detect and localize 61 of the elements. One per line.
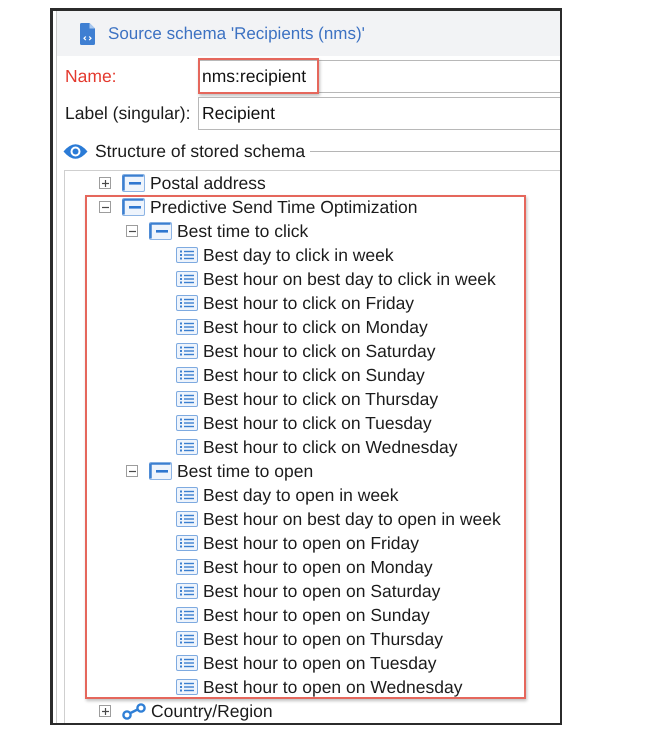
- list-icon: [176, 247, 198, 263]
- list-icon: [176, 439, 198, 455]
- expander-button[interactable]: [126, 225, 138, 237]
- tree-item[interactable]: Best hour to click on Sunday: [176, 363, 425, 387]
- tree-item[interactable]: Best day to click in week: [176, 243, 394, 267]
- section-title: Structure of stored schema: [95, 140, 306, 163]
- document-icon: [80, 22, 95, 44]
- tree-item[interactable]: Best hour to open on Sunday: [176, 603, 430, 627]
- eye-icon: [63, 142, 88, 160]
- element-icon: [122, 198, 145, 216]
- tree-item[interactable]: Best hour to click on Saturday: [176, 339, 436, 363]
- tree-item[interactable]: Best day to open in week: [176, 483, 399, 507]
- list-icon: [176, 583, 198, 599]
- tree-item[interactable]: Best hour to click on Tuesday: [176, 411, 432, 435]
- field-label: Label (singular):: [64, 102, 192, 126]
- list-icon: [176, 343, 198, 359]
- list-icon: [176, 367, 198, 383]
- header-title: Source schema 'Recipients (nms)': [108, 22, 365, 45]
- list-icon: [176, 631, 198, 647]
- tree-item[interactable]: Best hour to open on Monday: [176, 555, 433, 579]
- list-icon: [176, 319, 198, 335]
- text-field[interactable]: nms:recipient: [198, 60, 560, 93]
- list-icon: [176, 607, 198, 623]
- link-icon: [122, 702, 146, 720]
- expander-button[interactable]: [99, 201, 111, 213]
- list-icon: [176, 511, 198, 527]
- tree-item[interactable]: Best hour on best day to open in week: [176, 507, 501, 531]
- tree-item[interactable]: Best time to open: [149, 459, 314, 483]
- list-icon: [176, 655, 198, 671]
- tree-item[interactable]: Best hour to open on Saturday: [176, 579, 440, 603]
- list-icon: [176, 559, 198, 575]
- list-icon: [176, 295, 198, 311]
- tree-item[interactable]: Best hour to click on Thursday: [176, 387, 438, 411]
- tree-item[interactable]: Best time to click: [149, 219, 308, 243]
- text-field[interactable]: Recipient: [198, 97, 560, 130]
- element-icon: [149, 222, 172, 240]
- tree-item[interactable]: Postal address: [122, 171, 266, 195]
- list-icon: [176, 535, 198, 551]
- expander-button[interactable]: [126, 465, 138, 477]
- tree-item[interactable]: Best hour to open on Friday: [176, 531, 419, 555]
- list-icon: [176, 415, 198, 431]
- element-icon: [149, 462, 172, 480]
- expander-button[interactable]: [99, 177, 111, 189]
- tree-item[interactable]: Predictive Send Time Optimization: [122, 195, 418, 219]
- element-icon: [122, 174, 145, 192]
- tree-item[interactable]: Best hour to click on Monday: [176, 315, 428, 339]
- plus-icon: [102, 708, 108, 714]
- tree-item[interactable]: Best hour to click on Friday: [176, 291, 414, 315]
- list-icon: [176, 271, 198, 287]
- list-icon: [176, 679, 198, 695]
- tree-item[interactable]: Country/Region: [122, 699, 273, 723]
- plus-icon: [102, 180, 108, 186]
- tree-item[interactable]: Best hour to click on Wednesday: [176, 435, 458, 459]
- tree-item[interactable]: Best hour to open on Thursday: [176, 627, 443, 651]
- tree-item[interactable]: Best hour on best day to click in week: [176, 267, 496, 291]
- tree-item[interactable]: Best hour to open on Tuesday: [176, 651, 436, 675]
- list-icon: [176, 487, 198, 503]
- field-label: Name:: [64, 65, 118, 88]
- tree-item[interactable]: Best hour to open on Wednesday: [176, 675, 462, 699]
- list-icon: [176, 391, 198, 407]
- expander-button[interactable]: [99, 705, 111, 717]
